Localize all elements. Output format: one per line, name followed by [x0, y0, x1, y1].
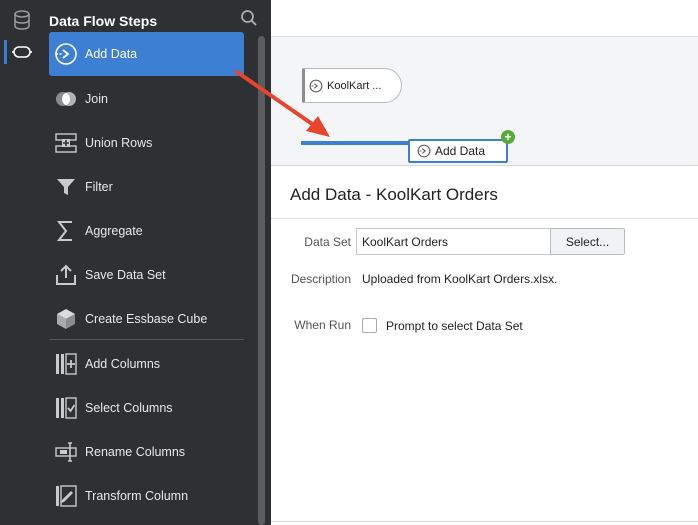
join-icon: [54, 87, 78, 111]
when-run-label: When Run: [294, 318, 351, 332]
add-data-icon: [309, 79, 323, 93]
transform-column-icon: [54, 484, 78, 508]
canvas-toolbar: [271, 0, 698, 37]
step-join[interactable]: Join: [49, 77, 244, 121]
step-label: Create Essbase Cube: [85, 312, 208, 326]
prompt-checkbox[interactable]: [362, 318, 377, 333]
upload-icon: [54, 263, 78, 287]
data-set-label: Data Set: [304, 235, 351, 249]
add-data-icon: [54, 42, 78, 66]
step-add-columns[interactable]: Add Columns: [49, 342, 244, 386]
union-rows-icon: [54, 131, 78, 155]
description-label: Description: [290, 272, 351, 286]
dataflow-icon[interactable]: [12, 42, 32, 62]
step-label: Transform Column: [85, 489, 189, 503]
steps-panel: Data Flow Steps Add Data Join Union Rows: [43, 0, 271, 525]
step-label: Filter: [85, 180, 113, 194]
properties-pane: Add Data - KoolKart Orders Data Set Kool…: [271, 167, 698, 525]
step-label: Select Columns: [85, 401, 173, 415]
select-data-set-button[interactable]: Select...: [550, 228, 625, 255]
left-rail: [0, 0, 43, 525]
prompt-checkbox-label[interactable]: Prompt to select Data Set: [386, 319, 523, 333]
step-union-rows[interactable]: Union Rows: [49, 121, 244, 165]
source-node[interactable]: KoolKart ...: [302, 68, 402, 103]
select-columns-icon: [54, 396, 78, 420]
step-aggregate[interactable]: Aggregate: [49, 209, 244, 253]
add-step-plus-icon[interactable]: +: [501, 130, 515, 144]
step-label: Rename Columns: [85, 445, 186, 459]
flow-canvas[interactable]: KoolKart ... Add Data +: [271, 0, 698, 166]
panel-divider: [49, 339, 244, 340]
step-select-columns[interactable]: Select Columns: [49, 386, 244, 430]
properties-divider: [271, 218, 698, 219]
rename-columns-icon: [54, 440, 78, 464]
step-transform-column[interactable]: Transform Column: [49, 474, 244, 518]
step-label: Join: [85, 92, 108, 106]
step-rename-columns[interactable]: Rename Columns: [49, 430, 244, 474]
panel-scrollbar[interactable]: [258, 36, 265, 525]
search-icon[interactable]: [240, 9, 258, 27]
step-label: Add Data: [85, 47, 138, 61]
add-data-icon: [417, 144, 431, 158]
add-data-node-label: Add Data: [435, 144, 486, 158]
step-filter[interactable]: Filter: [49, 165, 244, 209]
step-label: Aggregate: [85, 224, 143, 238]
database-icon[interactable]: [12, 10, 32, 30]
add-data-node[interactable]: Add Data: [408, 139, 508, 163]
panel-title: Data Flow Steps: [49, 13, 158, 29]
step-add-data[interactable]: Add Data: [49, 32, 244, 76]
data-set-field[interactable]: KoolKart Orders: [356, 228, 551, 255]
step-save-data-set[interactable]: Save Data Set: [49, 253, 244, 297]
filter-icon: [54, 175, 78, 199]
cube-icon: [54, 307, 78, 331]
connector-line: [301, 141, 411, 145]
step-create-essbase-cube[interactable]: Create Essbase Cube: [49, 297, 244, 341]
sigma-icon: [54, 219, 78, 243]
step-label: Save Data Set: [85, 268, 166, 282]
data-set-value: KoolKart Orders: [362, 234, 449, 249]
source-node-label: KoolKart ...: [327, 79, 382, 92]
properties-bottom-border: [271, 521, 698, 522]
description-value: Uploaded from KoolKart Orders.xlsx.: [362, 272, 558, 286]
step-label: Add Columns: [85, 357, 161, 371]
rail-active-indicator: [4, 40, 7, 64]
add-columns-icon: [54, 352, 78, 376]
properties-title: Add Data - KoolKart Orders: [290, 185, 498, 204]
step-label: Union Rows: [85, 136, 153, 150]
app-root: Data Flow Steps Add Data Join Union Rows: [0, 0, 698, 525]
